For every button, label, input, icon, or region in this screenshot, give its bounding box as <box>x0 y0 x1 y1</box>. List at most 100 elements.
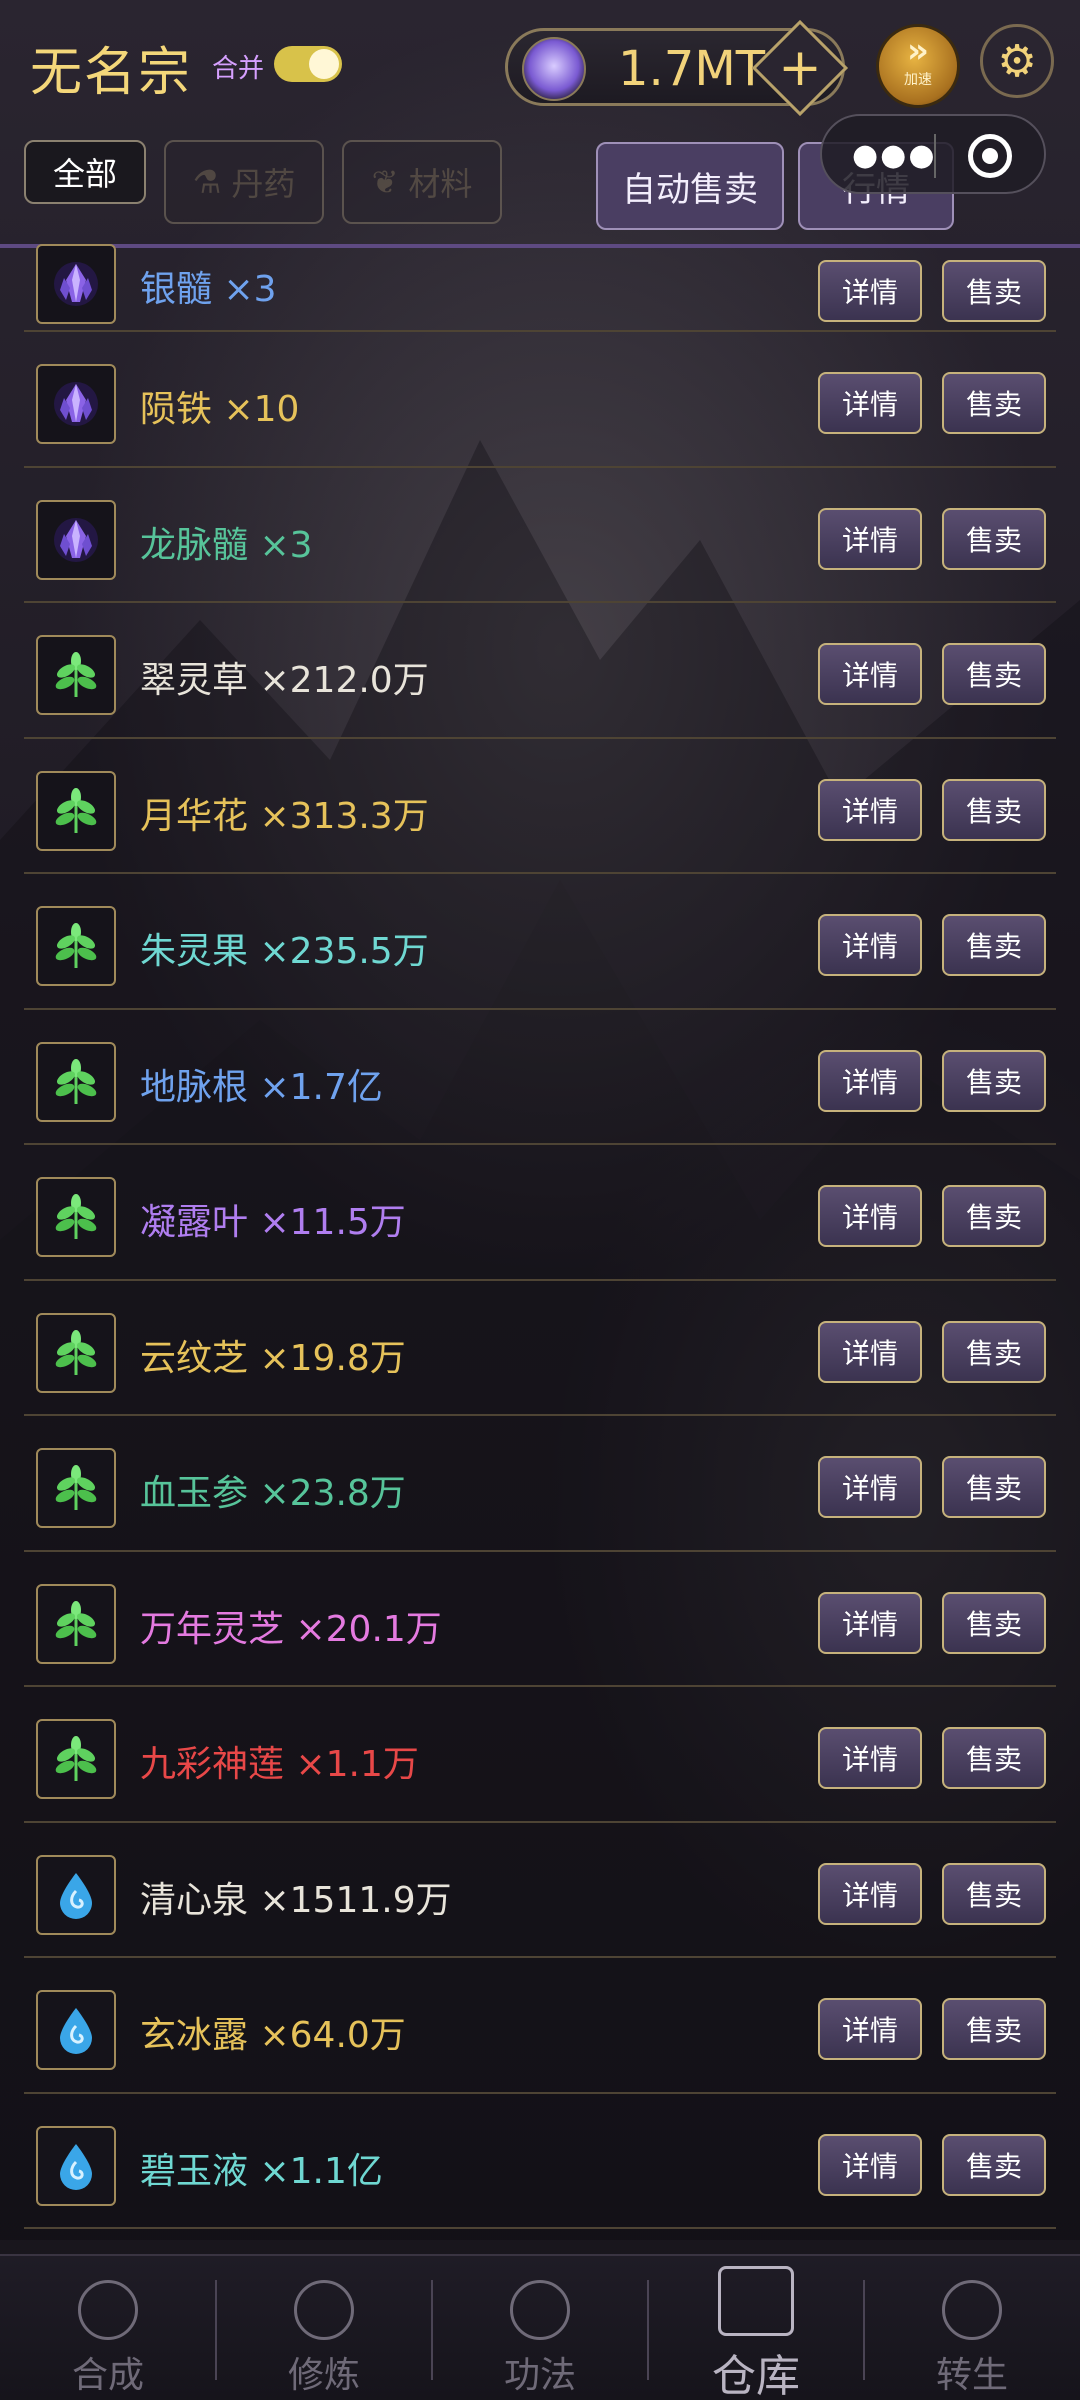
sect-name: 无名宗 <box>30 43 193 103</box>
item-name: 碧玉液 ×1.1亿 <box>140 2142 383 2194</box>
item-label: 凝露叶 <box>140 1202 249 1243</box>
nav-item-label: 修炼 <box>287 2355 360 2396</box>
sell-button[interactable]: 售卖 <box>942 1185 1046 1247</box>
item-quantity: ×1.1万 <box>295 1744 419 1785</box>
inventory-list: 银髓 ×3 详情 售卖 陨铁 ×10 详情 售卖 龙脉髓 ×3 详情 售卖 翠灵草 ×212.0万… <box>24 244 1056 2229</box>
sell-button[interactable]: 售卖 <box>942 260 1046 322</box>
item-quantity: ×64.0万 <box>259 2015 406 2056</box>
detail-button[interactable]: 详情 <box>818 643 922 705</box>
detail-button[interactable]: 详情 <box>818 260 922 322</box>
item-label: 龙脉髓 <box>140 524 249 566</box>
item-name: 朱灵果 ×235.5万 <box>140 922 429 974</box>
settings-button[interactable]: ⚙ <box>980 24 1054 98</box>
list-item: 云纹芝 ×19.8万 详情 售卖 <box>24 1281 1056 1416</box>
more-icon[interactable]: ●●● <box>852 138 937 173</box>
nav-emblem-icon <box>78 2280 138 2340</box>
sell-button[interactable]: 售卖 <box>942 1456 1046 1518</box>
sell-button[interactable]: 售卖 <box>942 1049 1046 1112</box>
sell-button[interactable]: 售卖 <box>942 1727 1046 1789</box>
list-item: 清心泉 ×1511.9万 详情 售卖 <box>24 1823 1056 1958</box>
detail-button[interactable]: 详情 <box>818 1998 922 2060</box>
auto-sell-button[interactable]: 自动售卖 <box>596 142 784 230</box>
item-label: 清心泉 <box>140 1879 249 1921</box>
list-item: 龙脉髓 ×3 详情 售卖 <box>24 468 1056 603</box>
item-quantity: ×313.3万 <box>259 795 429 837</box>
herb-icon <box>36 635 116 715</box>
item-label: 银髓 <box>140 269 213 310</box>
item-quantity: ×3 <box>223 269 277 310</box>
nav-item-0[interactable]: 合成 <box>0 2256 216 2400</box>
nav-item-4[interactable]: 转生 <box>864 2256 1080 2400</box>
close-target-icon[interactable] <box>968 134 1012 178</box>
bottom-nav: 合成 修炼 功法 仓库 转生 <box>0 2254 1080 2400</box>
sell-button[interactable]: 售卖 <box>942 1320 1046 1383</box>
miniprogram-capsule: ●●● <box>820 114 1046 194</box>
nav-emblem-icon <box>942 2280 1002 2340</box>
detail-button[interactable]: 详情 <box>818 372 922 434</box>
sell-button[interactable]: 售卖 <box>942 778 1046 841</box>
crystal-icon <box>36 499 116 580</box>
item-quantity: ×23.8万 <box>259 1473 406 1514</box>
item-quantity: ×20.1万 <box>295 1608 442 1650</box>
detail-button[interactable]: 详情 <box>818 507 922 570</box>
nav-item-3[interactable]: 仓库 <box>648 2256 864 2400</box>
tab-all[interactable]: 全部 <box>24 140 146 204</box>
list-item: 地脉根 ×1.7亿 详情 售卖 <box>24 1010 1056 1145</box>
detail-button[interactable]: 详情 <box>818 1727 922 1789</box>
list-item: 玄冰露 ×64.0万 详情 售卖 <box>24 1958 1056 2094</box>
merge-toggle[interactable] <box>274 46 342 82</box>
sell-button[interactable]: 售卖 <box>942 507 1046 570</box>
nav-item-1[interactable]: 修炼 <box>216 2256 432 2400</box>
detail-button[interactable]: 详情 <box>818 2133 922 2196</box>
detail-button[interactable]: 详情 <box>818 778 922 841</box>
herb-icon <box>36 1041 116 1122</box>
item-quantity: ×10 <box>223 389 300 430</box>
detail-button[interactable]: 详情 <box>818 1591 922 1654</box>
tab-pills-label: 丹药 <box>231 165 296 203</box>
detail-button[interactable]: 详情 <box>818 1185 922 1247</box>
nav-item-2[interactable]: 功法 <box>432 2256 648 2400</box>
detail-button[interactable]: 详情 <box>818 1456 922 1518</box>
capsule-divider <box>934 134 936 178</box>
sell-button[interactable]: 售卖 <box>942 372 1046 434</box>
sell-button[interactable]: 售卖 <box>942 1862 1046 1925</box>
water-drop-icon <box>36 1990 116 2070</box>
list-item: 九彩神莲 ×1.1万 详情 售卖 <box>24 1687 1056 1823</box>
sell-button[interactable]: 售卖 <box>942 643 1046 705</box>
detail-button[interactable]: 详情 <box>818 1049 922 1112</box>
item-label: 血玉参 <box>140 1473 249 1514</box>
tab-pills[interactable]: ⚗ 丹药 <box>164 140 324 224</box>
speed-up-button[interactable]: » 加速 <box>876 24 960 108</box>
crystal-icon <box>36 244 116 324</box>
item-name: 龙脉髓 ×3 <box>140 516 313 568</box>
list-item: 凝露叶 ×11.5万 详情 售卖 <box>24 1145 1056 1281</box>
list-item: 血玉参 ×23.8万 详情 售卖 <box>24 1416 1056 1552</box>
herb-icon <box>36 1583 116 1664</box>
nav-emblem-icon <box>294 2280 354 2340</box>
herb-icon <box>36 1177 116 1257</box>
item-name: 云纹芝 ×19.8万 <box>140 1329 406 1381</box>
sell-button[interactable]: 售卖 <box>942 2133 1046 2196</box>
tab-materials[interactable]: ❦ 材料 <box>342 140 502 224</box>
list-item: 陨铁 ×10 详情 售卖 <box>24 332 1056 468</box>
list-item: 碧玉液 ×1.1亿 详情 售卖 <box>24 2094 1056 2229</box>
item-name: 翠灵草 ×212.0万 <box>140 651 429 703</box>
flask-icon: ⚗ <box>192 163 222 201</box>
nav-item-label: 功法 <box>503 2355 576 2396</box>
sell-button[interactable]: 售卖 <box>942 1591 1046 1654</box>
detail-button[interactable]: 详情 <box>818 1320 922 1383</box>
detail-button[interactable]: 详情 <box>818 914 922 976</box>
gear-icon: ⚙ <box>997 35 1037 87</box>
item-name: 玄冰露 ×64.0万 <box>140 2006 406 2058</box>
item-name: 银髓 ×3 <box>140 260 277 312</box>
detail-button[interactable]: 详情 <box>818 1862 922 1925</box>
currency-value: 1.7MT <box>618 41 766 97</box>
herb-icon <box>36 906 116 986</box>
sell-button[interactable]: 售卖 <box>942 1998 1046 2060</box>
item-name: 万年灵芝 ×20.1万 <box>140 1600 442 1652</box>
nav-item-label: 仓库 <box>712 2351 800 2400</box>
item-label: 碧玉液 <box>140 2150 249 2192</box>
sell-button[interactable]: 售卖 <box>942 914 1046 976</box>
merge-label: 合并 <box>212 54 265 84</box>
item-name: 凝露叶 ×11.5万 <box>140 1193 406 1245</box>
